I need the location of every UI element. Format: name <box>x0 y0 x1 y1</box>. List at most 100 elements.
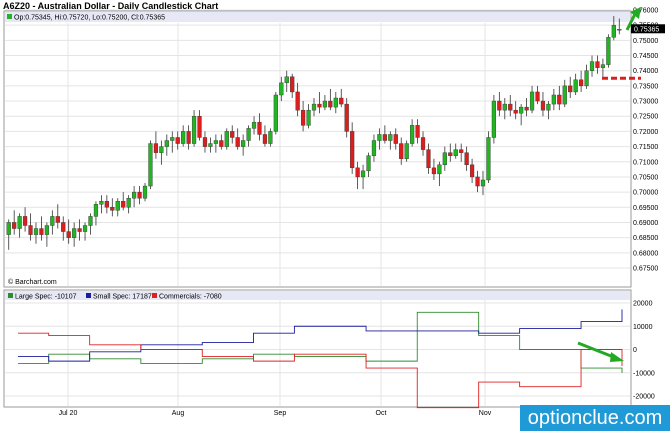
price-tick-label: 0.68000 <box>633 250 658 257</box>
last-price-badge: 0.75365 <box>631 24 665 34</box>
candle-body <box>153 143 159 153</box>
candle-body <box>431 167 437 175</box>
price-tick-label: 0.69000 <box>633 220 658 227</box>
legend-swatch <box>8 293 13 298</box>
candle-body <box>99 201 104 205</box>
candle-body <box>459 149 464 153</box>
candle-body <box>44 225 49 235</box>
candle-body <box>317 103 322 108</box>
candle-body <box>175 137 180 144</box>
candle-body <box>137 191 142 199</box>
candle-body <box>399 143 404 159</box>
candle-body <box>568 85 573 93</box>
candle <box>224 128 229 150</box>
legend-swatch <box>86 293 91 298</box>
candle-body <box>600 64 606 68</box>
price-axis: 0.760000.755000.750000.745000.740000.735… <box>633 8 658 273</box>
candle-body <box>333 97 338 108</box>
x-tick-label: Oct <box>376 410 387 417</box>
candle-body <box>273 94 278 132</box>
candle-body <box>589 61 595 71</box>
candle-body <box>322 100 328 108</box>
candle-body <box>251 122 257 129</box>
candle-body <box>295 91 300 111</box>
candle-body <box>219 140 224 147</box>
candle-body <box>513 109 518 114</box>
candle-body <box>339 97 344 105</box>
cot-legend: Large Spec: -10107 Small Spec: 17187 Comme… <box>8 293 222 301</box>
candle-body <box>235 137 240 147</box>
price-tick-label: 0.74000 <box>633 68 658 75</box>
candle <box>486 131 491 184</box>
legend-label: Small Spec: 17187 <box>93 294 152 301</box>
candle-body <box>164 140 169 147</box>
candle <box>606 34 611 68</box>
candle-body <box>529 91 535 111</box>
candle-body <box>213 140 218 144</box>
legend-label: Large Spec: -10107 <box>15 294 77 301</box>
candle-body <box>382 134 387 141</box>
chart-canvas: Op:0.75345, Hi:0.75720, Lo:0.75200, Cl:0… <box>3 7 665 417</box>
candle-body <box>371 140 377 156</box>
x-tick-label: Jul 20 <box>59 410 78 417</box>
candle-body <box>241 140 246 147</box>
legend-swatch <box>152 293 157 298</box>
cot-tick-label: -10000 <box>633 370 655 377</box>
candle-body <box>306 109 311 126</box>
price-tick-label: 0.69500 <box>633 205 658 212</box>
candle-body <box>546 103 551 111</box>
candle-body <box>131 191 137 199</box>
candle <box>404 140 409 162</box>
candle-body <box>72 228 77 238</box>
candle-body <box>230 131 235 138</box>
candle-body <box>22 216 28 226</box>
candle-body <box>104 201 109 208</box>
candle-body <box>557 94 562 105</box>
candle-body <box>453 149 458 156</box>
candle-body <box>202 137 208 147</box>
x-axis: Jul 20 Aug Sep Oct Nov <box>59 410 492 417</box>
candle-body <box>246 128 251 141</box>
candle-body <box>82 225 88 232</box>
candle-body <box>606 37 611 65</box>
price-tick-label: 0.72000 <box>633 129 658 136</box>
candle-body <box>208 143 213 147</box>
candle-body <box>197 116 202 138</box>
candle-body <box>360 170 366 178</box>
price-tick-label: 0.75000 <box>633 38 658 45</box>
candle-body <box>61 222 66 232</box>
price-tick-label: 0.74500 <box>633 53 658 60</box>
candle-body <box>115 201 120 211</box>
candle-body <box>524 106 529 111</box>
candle-body <box>584 70 589 87</box>
candle-body <box>415 125 420 138</box>
candle-body <box>486 137 491 181</box>
candle-body <box>268 131 273 144</box>
price-tick-label: 0.67500 <box>633 266 658 273</box>
candle-body <box>186 131 191 144</box>
candle-body <box>142 185 148 199</box>
candle-body <box>617 29 622 31</box>
candle-body <box>311 103 317 111</box>
candle-body <box>344 103 349 132</box>
candle-body <box>573 79 578 93</box>
candle-body <box>17 216 22 229</box>
candle-body <box>410 125 415 144</box>
price-tick-label: 0.73000 <box>633 99 658 106</box>
price-tick-label: 0.70500 <box>633 174 658 181</box>
cot-panel <box>3 289 632 408</box>
candle <box>273 91 278 135</box>
cot-tick-label: 10000 <box>633 324 653 331</box>
candle-body <box>55 216 60 223</box>
cot-tick-label: -20000 <box>633 394 655 401</box>
candle-body <box>110 207 115 211</box>
candle-body <box>33 228 39 235</box>
candle <box>344 98 349 138</box>
candle <box>148 140 153 190</box>
candle-body <box>262 134 268 144</box>
cot-tick-label: 0 <box>633 347 637 354</box>
candle-body <box>12 222 17 229</box>
candle-body <box>50 216 55 226</box>
candle-body <box>464 152 469 166</box>
candle-body <box>191 116 197 144</box>
